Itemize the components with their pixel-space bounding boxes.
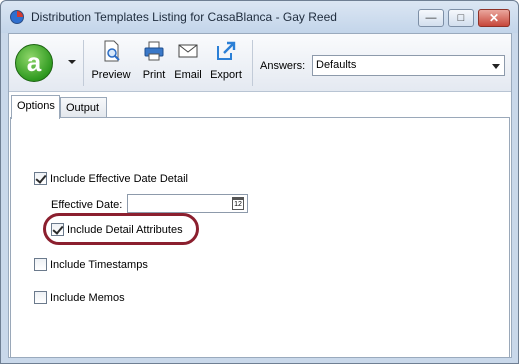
answers-label: Answers:: [260, 60, 306, 72]
print-label: Print: [142, 69, 166, 81]
window-title: Distribution Templates Listing for CasaB…: [31, 10, 337, 24]
options-panel: Include Effective Date Detail Effective …: [10, 117, 510, 357]
email-icon: [178, 44, 198, 58]
tab-output[interactable]: Output: [60, 97, 107, 118]
include-detail-attributes-label: Include Detail Attributes: [67, 223, 183, 236]
tab-strip: Options Output: [9, 92, 511, 119]
preview-icon: [104, 40, 120, 62]
include-timestamps-option[interactable]: Include Timestamps: [34, 258, 148, 271]
include-detail-attributes-checkbox[interactable]: [51, 223, 64, 236]
export-button[interactable]: Export: [207, 40, 245, 88]
effective-date-label: Effective Date:: [51, 199, 123, 211]
report-window: Distribution Templates Listing for CasaB…: [0, 0, 519, 364]
client-area: a Preview Print Email Export Answers: De…: [8, 33, 512, 358]
include-timestamps-checkbox[interactable]: [34, 258, 47, 271]
include-memos-label: Include Memos: [50, 291, 125, 304]
minimize-button[interactable]: —: [418, 9, 444, 27]
print-button[interactable]: Print: [139, 40, 169, 88]
preview-button[interactable]: Preview: [89, 40, 133, 88]
export-label: Export: [210, 69, 242, 81]
email-label: Email: [174, 69, 202, 81]
include-memos-checkbox[interactable]: [34, 291, 47, 304]
include-effective-date-detail-label: Include Effective Date Detail: [50, 172, 188, 185]
answers-dropdown[interactable]: Defaults: [312, 55, 505, 76]
include-detail-attributes-option[interactable]: Include Detail Attributes: [51, 223, 183, 236]
chevron-down-icon[interactable]: [68, 60, 76, 64]
preview-label: Preview: [91, 69, 131, 81]
maximize-button[interactable]: □: [448, 9, 474, 27]
calendar-icon[interactable]: 12: [232, 197, 244, 210]
answers-value: Defaults: [316, 59, 357, 71]
tab-options[interactable]: Options: [11, 95, 60, 119]
app-logo-button[interactable]: a: [15, 44, 53, 82]
include-timestamps-label: Include Timestamps: [50, 258, 148, 271]
title-bar[interactable]: Distribution Templates Listing for CasaB…: [1, 1, 518, 33]
toolbar: a Preview Print Email Export Answers: De…: [9, 34, 511, 92]
include-effective-date-detail-option[interactable]: Include Effective Date Detail: [34, 172, 188, 185]
include-memos-option[interactable]: Include Memos: [34, 291, 125, 304]
dropdown-arrow-icon[interactable]: [492, 64, 500, 69]
printer-icon: [144, 41, 164, 61]
email-button[interactable]: Email: [173, 40, 203, 88]
effective-date-field[interactable]: 12: [127, 194, 248, 213]
export-icon: [217, 41, 236, 60]
app-pie-icon: [10, 10, 24, 24]
close-button[interactable]: ✕: [478, 9, 510, 27]
toolbar-divider: [83, 40, 84, 86]
include-effective-date-detail-checkbox[interactable]: [34, 172, 47, 185]
toolbar-divider: [252, 40, 253, 86]
